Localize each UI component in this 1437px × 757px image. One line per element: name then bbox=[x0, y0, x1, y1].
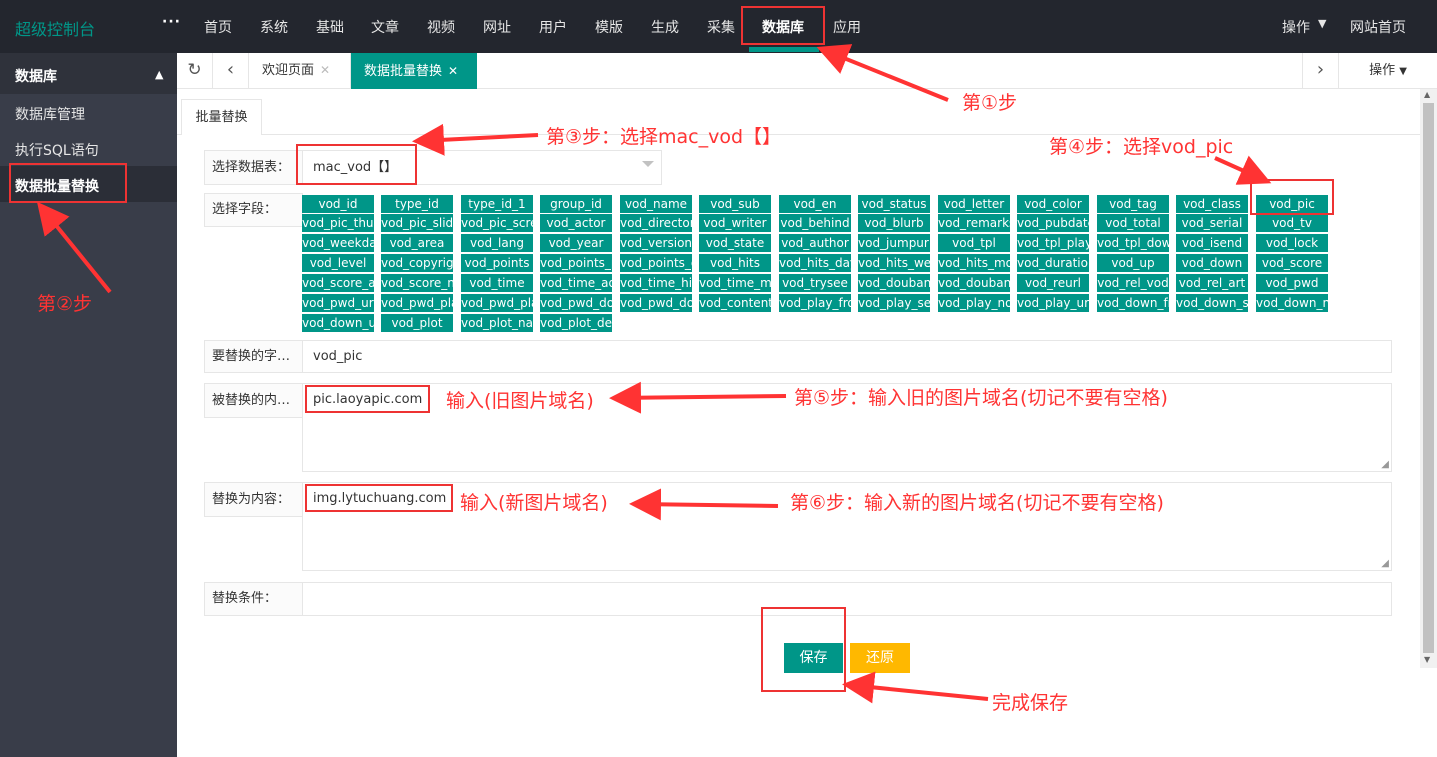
arrow-step6-input bbox=[629, 488, 779, 521]
annotation-done: 完成保存 bbox=[992, 692, 1069, 714]
annotation-step6-input: 输入(新图片域名) bbox=[460, 492, 608, 514]
annotation-arrows bbox=[36, 44, 1272, 704]
arrow-step4 bbox=[1214, 155, 1272, 185]
annotation-step6: 第⑥步：输入新的图片域名(切记不要有空格) bbox=[790, 492, 1164, 514]
annotation-step1: 第①步 bbox=[962, 92, 1018, 114]
arrow-step1 bbox=[816, 44, 949, 102]
arrow-step3 bbox=[412, 123, 539, 156]
arrow-step2 bbox=[36, 201, 112, 294]
annotation-step3: 第③步：选择mac_vod【】 bbox=[546, 126, 782, 148]
annotation-step2: 第②步 bbox=[37, 293, 93, 315]
annotation-step5-input: 输入(旧图片域名) bbox=[446, 390, 594, 412]
arrow-step5-input bbox=[609, 381, 787, 414]
arrow-save bbox=[842, 671, 989, 704]
annotation-step5: 第⑤步：输入旧的图片域名(切记不要有空格) bbox=[794, 387, 1168, 409]
annotation-step4: 第④步：选择vod_pic bbox=[1049, 136, 1234, 158]
